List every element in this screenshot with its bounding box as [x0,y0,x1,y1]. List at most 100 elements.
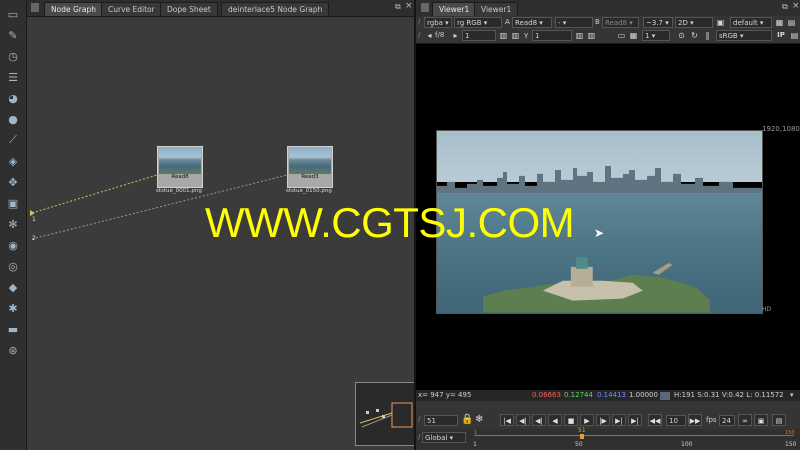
camera-icon[interactable]: ▣ [715,17,726,28]
curves-icon[interactable]: ⟋ [4,132,22,148]
zoom-dropdown[interactable]: ~3.7 ▾ [643,17,673,28]
mask-icon[interactable]: ▥ [586,30,597,41]
pane-menu-icon[interactable] [31,3,39,12]
tab-viewer1-alt[interactable]: Viewer1 [474,2,519,16]
channel-icon[interactable]: ☰ [4,69,22,85]
views-icon[interactable]: ◎ [4,258,22,274]
compare-op-dropdown[interactable]: - ▾ [555,17,593,28]
gain-input[interactable]: 1 [462,30,496,41]
lock-icon[interactable]: 🔒 [461,414,473,425]
overlay-options-icon[interactable]: ▤ [789,30,800,41]
skip-forward-button[interactable]: ▶▶ [688,414,702,426]
pixel-blue-value: 0.14413 [597,391,626,399]
close-pane-icon[interactable]: × [405,1,413,11]
play-forward-button[interactable]: ▶ [580,414,594,426]
fps-input[interactable]: 24 [719,415,735,426]
a-input-dropdown[interactable]: Read8 ▾ [512,17,552,28]
channels-dropdown[interactable]: rgba ▾ [424,17,452,28]
timeline-options-icon[interactable]: / [418,433,420,441]
play-backward-button[interactable]: ◀ [548,414,562,426]
lut-dropdown[interactable]: sRGB ▾ [716,30,772,41]
step-back-button[interactable]: ◀| [532,414,546,426]
float-pane-icon[interactable]: ⧉ [395,2,401,12]
b-input-dropdown[interactable]: Read8 ▾ [602,17,639,28]
gamma-input[interactable]: 1 [532,30,572,41]
fstop-decrease-icon[interactable]: ◂ [424,30,435,41]
node-graph-minimap[interactable] [355,382,415,446]
pane-menu-icon[interactable] [421,3,429,12]
rgb-channel-dropdown[interactable]: rg RGB ▾ [454,17,502,28]
layers-icon[interactable]: ◈ [4,153,22,169]
fstop-value[interactable]: f/8 [435,30,444,41]
view-mode-dropdown[interactable]: 2D ▾ [675,17,713,28]
proxy-dropdown[interactable]: 1 ▾ [642,30,670,41]
tag-icon[interactable]: ◆ [4,279,22,295]
nuke-logo-icon[interactable]: ⊛ [4,342,22,358]
3d-cube-icon[interactable]: ▣ [4,195,22,211]
tab-node-graph[interactable]: Node Graph [44,2,103,16]
slider-mode-icon[interactable]: / [418,30,420,41]
read3-node[interactable]: Read3 ststue_0150.png [286,146,333,194]
snowflake-icon[interactable]: ❄ [475,414,483,425]
tab-curve-editor[interactable]: Curve Editor [101,2,162,16]
overlay-grid-icon[interactable]: ▤ [786,17,797,28]
frame-size-label: 1920,1080 [762,125,800,133]
refresh-icon[interactable]: ↻ [689,30,700,41]
playhead-icon[interactable] [580,434,584,439]
other-icon[interactable]: ▬ [4,321,22,337]
increment-input[interactable]: 10 [666,415,686,426]
loop-mode-button[interactable]: ∞ [738,414,752,426]
gamma-slider-icon[interactable]: ▥ [574,30,585,41]
render-button[interactable]: ▤ [772,414,786,426]
tools-icon[interactable]: ✱ [4,300,22,316]
step-forward-button[interactable]: |▶ [596,414,610,426]
tick-1: 1 [473,441,477,448]
minimap-viewport [391,402,413,428]
gain-slider-icon[interactable]: ▥ [498,30,509,41]
close-pane-icon[interactable]: × [792,1,800,11]
skip-back-button[interactable]: ◀◀ [648,414,662,426]
sphere-icon[interactable]: ● [4,111,22,127]
step-forward-increment-button[interactable]: ▶| [612,414,626,426]
image-icon[interactable]: ▭ [4,6,22,22]
info-menu-icon[interactable]: ▾ [790,390,794,401]
frame-input[interactable]: 51 [424,415,458,426]
pause-icon[interactable]: ‖ [702,30,713,41]
pipe-label-1: 1 [32,216,36,223]
color-wheel-icon[interactable]: ◕ [4,90,22,106]
deep-icon[interactable]: ◉ [4,237,22,253]
preset-dropdown[interactable]: default ▾ [730,17,772,28]
region-icon[interactable]: ▭ [616,30,627,41]
transform-icon[interactable]: ✥ [4,174,22,190]
input-process-button[interactable]: IP [774,30,788,41]
roi-icon[interactable]: ⊙ [676,30,687,41]
viewer-controls-row1: / rgba ▾ rg RGB ▾ A Read8 ▾ - ▾ B Read8 … [416,16,800,29]
tab-deinterlace-node-graph[interactable]: deinterlace5 Node Graph [221,2,330,16]
channel-wipe-icon[interactable]: / [418,17,420,28]
float-pane-icon[interactable]: ⧉ [782,2,788,12]
tab-viewer1[interactable]: Viewer1 [432,2,477,16]
goto-start-button[interactable]: |◀ [500,414,514,426]
node-graph-tabbar: Node Graph Curve Editor Dope Sheet deint… [27,0,414,17]
flipbook-button[interactable]: ▣ [754,414,768,426]
histogram-icon[interactable]: ▥ [510,30,521,41]
fstop-increase-icon[interactable]: ▸ [450,30,461,41]
particles-icon[interactable]: ✻ [4,216,22,232]
pixel-info-bar: x= 947 y= 495 0.06663 0.12744 0.14413 1.… [416,390,800,401]
read8-node[interactable]: Read8 ststue_0001.png [156,146,203,194]
stop-button[interactable]: ■ [564,414,578,426]
checker-icon[interactable]: ▦ [628,30,639,41]
pixel-alpha-value: 1.00000 [629,391,658,399]
tab-dope-sheet[interactable]: Dope Sheet [160,2,218,16]
timeline[interactable]: / Global ▾ 1 51 150 1 50 100 150 [416,427,800,450]
settings-grid-icon[interactable]: ▦ [774,17,785,28]
paint-brush-icon[interactable]: ✎ [4,27,22,43]
frame-range-dropdown[interactable]: Global ▾ [422,432,466,443]
pipe-read8 [31,174,158,214]
goto-end-button[interactable]: ▶| [628,414,642,426]
step-back-increment-button[interactable]: ◀| [516,414,530,426]
pixel-hsvl-values: H:191 S:0.31 V:0.42 L: 0.11572 [674,391,784,399]
playback-options-icon[interactable]: / [418,415,420,423]
in-marker-label: 1 [474,430,478,436]
clock-icon[interactable]: ◷ [4,48,22,64]
